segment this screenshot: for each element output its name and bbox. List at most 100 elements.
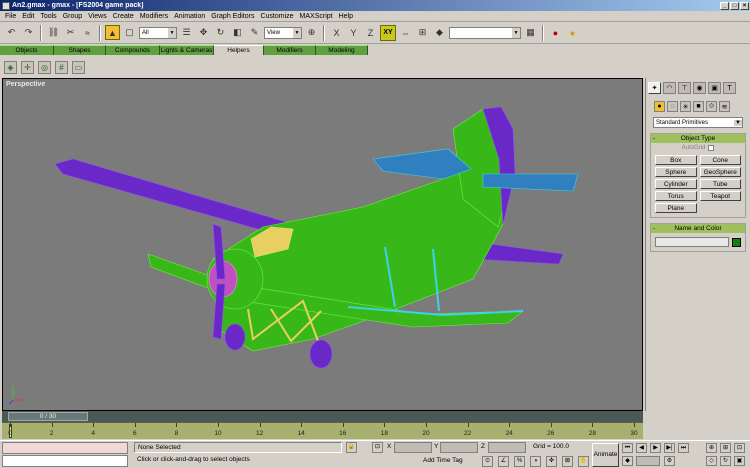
zoom-extents-icon[interactable]: ⊠ — [562, 456, 573, 467]
time-slider[interactable]: 0 / 30 — [2, 411, 643, 422]
quick-render-icon[interactable]: ● — [565, 25, 580, 40]
undo-button[interactable]: ↶ — [4, 25, 19, 40]
pan-icon[interactable]: ✋ — [578, 456, 589, 467]
hierarchy-tab-icon[interactable]: ⊤ — [678, 82, 691, 94]
select-by-name-icon[interactable]: ☰ — [179, 25, 194, 40]
perspective-viewport[interactable]: Perspective — [2, 78, 643, 411]
menu-maxscript[interactable]: MAXScript — [297, 13, 336, 20]
z-coordinate-field[interactable] — [488, 442, 526, 453]
select-scale-icon[interactable]: ◧ — [230, 25, 245, 40]
zoom-all-icon[interactable]: ⊞ — [720, 443, 731, 453]
next-frame-icon[interactable]: ▶| — [664, 443, 675, 453]
name-color-header[interactable]: - Name and Color — [651, 224, 745, 233]
play-icon[interactable]: ▶ — [650, 443, 661, 453]
camera-point-icon[interactable]: ▭ — [72, 60, 85, 74]
tab-lights-cameras[interactable]: Lights & Cameras — [160, 45, 214, 55]
selection-filter-dropdown[interactable]: All ▼ — [139, 26, 177, 39]
spacewarps-icon[interactable]: ≋ — [719, 101, 730, 112]
object-type-header[interactable]: - Object Type — [651, 134, 745, 143]
menu-tools[interactable]: Tools — [37, 13, 59, 20]
restrict-z-button[interactable]: Z — [363, 25, 378, 40]
menu-file[interactable]: File — [2, 13, 19, 20]
menu-help[interactable]: Help — [336, 13, 356, 20]
autogrid-checkbox[interactable] — [708, 145, 715, 151]
select-rotate-icon[interactable]: ↻ — [213, 25, 228, 40]
tube-button[interactable]: Tube — [699, 179, 741, 189]
tab-modifiers[interactable]: Modifiers — [264, 45, 316, 55]
mirror-icon[interactable]: ⇔ — [398, 25, 413, 40]
cameras-icon[interactable]: ■ — [693, 101, 704, 112]
point-helper-icon[interactable]: ✛ — [21, 60, 34, 74]
modify-tab-icon[interactable]: ◠ — [663, 82, 676, 94]
named-selection-icon[interactable]: ◆ — [432, 25, 447, 40]
tab-objects[interactable]: Objects — [0, 45, 54, 55]
object-color-swatch[interactable] — [732, 237, 741, 247]
menu-modifiers[interactable]: Modifiers — [137, 13, 171, 20]
spinner-snap-icon[interactable]: ◑ — [530, 456, 541, 467]
maxscript-output-field[interactable] — [2, 455, 128, 467]
named-selection-dropdown[interactable]: ▼ — [449, 26, 521, 39]
go-to-end-icon[interactable]: ⏭ — [678, 443, 689, 453]
cylinder-button[interactable]: Cylinder — [655, 179, 697, 189]
tab-shapes[interactable]: Shapes — [54, 45, 106, 55]
animate-button[interactable]: Animate — [592, 443, 619, 467]
primitive-category-dropdown[interactable]: Standard Primitives ▼ — [653, 117, 743, 128]
select-move-icon[interactable]: ✥ — [196, 25, 211, 40]
select-by-region-icon[interactable]: ▢ — [122, 25, 137, 40]
add-time-tag-button[interactable]: Add Time Tag — [420, 456, 470, 467]
restrict-y-button[interactable]: Y — [346, 25, 361, 40]
menu-edit[interactable]: Edit — [19, 13, 37, 20]
percent-snap-icon[interactable]: % — [514, 456, 525, 467]
teapot-button[interactable]: Teapot — [699, 191, 741, 201]
lock-selection-icon[interactable]: 🔒 — [346, 442, 357, 453]
field-of-view-icon[interactable]: ◇ — [706, 456, 717, 466]
motion-tab-icon[interactable]: ◉ — [693, 82, 706, 94]
pivot-center-icon[interactable]: ⊕ — [304, 25, 319, 40]
plane-button[interactable]: Plane — [655, 203, 697, 213]
box-button[interactable]: Box — [655, 155, 697, 165]
lights-icon[interactable]: ✳ — [680, 101, 691, 112]
current-frame-field[interactable] — [636, 456, 660, 466]
unlink-icon[interactable]: ✂ — [63, 25, 78, 40]
restrict-xy-button[interactable]: XY — [380, 24, 396, 41]
menu-group[interactable]: Group — [60, 13, 85, 20]
angle-snap-icon[interactable]: ∠ — [498, 456, 509, 467]
go-to-start-icon[interactable]: ⏮ — [622, 443, 633, 453]
menu-animation[interactable]: Animation — [171, 13, 208, 20]
bind-space-warp-icon[interactable]: ≈ — [80, 25, 95, 40]
tab-helpers[interactable]: Helpers — [214, 45, 264, 55]
time-config-icon[interactable]: ⚙ — [664, 456, 675, 466]
sphere-button[interactable]: Sphere — [655, 167, 697, 177]
select-object-button[interactable]: ▲ — [105, 25, 120, 40]
arc-rotate-icon[interactable]: ↻ — [720, 456, 731, 466]
restrict-x-button[interactable]: X — [329, 25, 344, 40]
x-coordinate-field[interactable] — [394, 442, 432, 453]
zoom-extents-all-icon[interactable]: ⊡ — [734, 443, 745, 453]
menu-views[interactable]: Views — [85, 13, 110, 20]
y-coordinate-field[interactable] — [440, 442, 478, 453]
zoom-icon[interactable]: ⊕ — [706, 443, 717, 453]
utilities-tab-icon[interactable]: T — [723, 82, 736, 94]
helpers-icon[interactable]: ⟐ — [706, 101, 717, 112]
maximize-viewport-icon[interactable]: ▣ — [734, 456, 745, 466]
display-tab-icon[interactable]: ▣ — [708, 82, 721, 94]
torus-button[interactable]: Torus — [655, 191, 697, 201]
link-icon[interactable]: ⛓ — [46, 25, 61, 40]
menu-customize[interactable]: Customize — [257, 13, 296, 20]
geometry-icon[interactable]: ● — [654, 101, 665, 112]
snap-toggle-icon[interactable]: ⊙ — [482, 456, 493, 467]
align-icon[interactable]: ⊞ — [415, 25, 430, 40]
track-bar[interactable]: 0 2 4 6 8 10 12 14 16 18 20 22 24 26 28 30 — [2, 422, 643, 439]
geosphere-button[interactable]: GeoSphere — [699, 167, 741, 177]
menu-create[interactable]: Create — [110, 13, 137, 20]
shapes-icon[interactable]: ◌ — [667, 101, 678, 112]
previous-frame-icon[interactable]: ◀ — [636, 443, 647, 453]
grid-helper-icon[interactable]: # — [55, 60, 68, 74]
maxscript-listener-input[interactable] — [2, 442, 128, 454]
tape-helper-icon[interactable]: ◎ — [38, 60, 51, 74]
absolute-mode-icon[interactable]: ⊡ — [372, 442, 383, 453]
key-mode-icon[interactable]: ◆ — [622, 456, 633, 466]
time-slider-thumb[interactable]: 0 / 30 — [8, 412, 88, 421]
viewport-toggle-icon[interactable]: ✜ — [546, 456, 557, 467]
cone-button[interactable]: Cone — [699, 155, 741, 165]
